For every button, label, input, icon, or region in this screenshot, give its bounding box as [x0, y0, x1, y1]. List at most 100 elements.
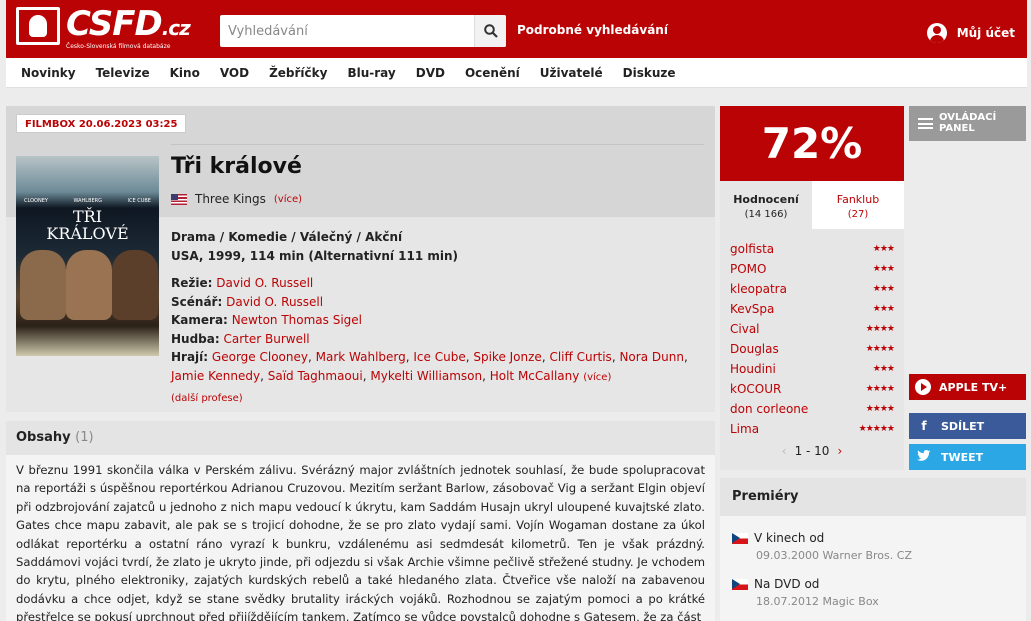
rating-username[interactable]: don corleone	[730, 402, 808, 416]
pager-range: 1 - 10	[794, 444, 830, 458]
more-titles-link[interactable]: (více)	[274, 194, 302, 205]
rating-username[interactable]: KevSpa	[730, 302, 774, 316]
cast-link[interactable]: Nora Dunn	[619, 350, 683, 364]
nav-bluray[interactable]: Blu-ray	[347, 66, 395, 80]
czech-flag-icon	[732, 578, 748, 590]
menu-icon	[918, 118, 933, 129]
poster-name: WAHLBERG	[73, 198, 103, 204]
user-rating-row: golfista ★★★	[730, 239, 895, 259]
user-rating-row: kleopatra ★★★	[730, 279, 895, 299]
rating-username[interactable]: Douglas	[730, 342, 779, 356]
poster-title-line: KRÁLOVÉ	[46, 224, 129, 243]
czech-flag-icon	[732, 532, 748, 544]
cast-label: Hrají:	[171, 350, 209, 365]
tab-fanclub[interactable]: Fanklub (27)	[812, 181, 904, 229]
cast-link[interactable]: Mykelti Williamson	[370, 369, 482, 383]
rating-username[interactable]: kleopatra	[730, 282, 787, 296]
usa-flag-icon	[171, 193, 187, 205]
user-rating-row: Douglas ★★★★	[730, 339, 895, 359]
logo-subtitle: Česko-Slovenská filmová databáze	[66, 43, 171, 50]
csfd-logo[interactable]: CSFD.cz Česko-Slovenská filmová databáze	[16, 4, 191, 51]
film-title: Tři králové	[171, 154, 302, 179]
cast-link[interactable]: Holt McCallany	[490, 369, 580, 383]
film-header-box: FILMBOX 20.06.2023 03:25 CLOONEY WAHLBER…	[6, 106, 715, 412]
apple-tv-label: APPLE TV+	[939, 380, 1008, 394]
search-input[interactable]	[220, 15, 472, 47]
cast-link[interactable]: Saïd Taghmaoui	[268, 369, 363, 383]
account-label: Můj účet	[956, 26, 1015, 40]
user-rating-row: KevSpa ★★★	[730, 299, 895, 319]
plot-section: Obsahy (1) V březnu 1991 skončila válka …	[6, 421, 715, 621]
film-poster[interactable]: CLOONEY WAHLBERG ICE CUBE TŘI KRÁLOVÉ	[16, 156, 159, 356]
creator-link[interactable]: Carter Burwell	[224, 332, 310, 346]
tab-ratings-label: Hodnocení	[733, 193, 799, 206]
prev-page-icon[interactable]: ‹	[782, 444, 787, 458]
more-cast-link[interactable]: (více)	[583, 372, 611, 383]
original-title: Three Kings	[195, 192, 266, 206]
rating-stars-icon: ★★★★	[865, 324, 895, 334]
rating-stars-icon: ★★★	[872, 284, 895, 294]
creator-link[interactable]: David O. Russell	[226, 295, 323, 309]
nav-oceneni[interactable]: Ocenění	[465, 66, 520, 80]
tv-broadcast-badge[interactable]: FILMBOX 20.06.2023 03:25	[16, 114, 187, 133]
rating-username[interactable]: Houdini	[730, 362, 776, 376]
advanced-search-link[interactable]: Podrobné vyhledávání	[517, 23, 668, 37]
tweet-button[interactable]: TWEET	[909, 444, 1026, 470]
tab-ratings-count: (14 166)	[744, 209, 788, 220]
premiere-item: Na DVD od 18.07.2012 Magic Box	[720, 577, 1026, 608]
creator-link[interactable]: Newton Thomas Sigel	[232, 313, 362, 327]
premiere-detail: 09.03.2000 Warner Bros. CZ	[756, 549, 912, 562]
rating-username[interactable]: kOCOUR	[730, 382, 781, 396]
cast-link[interactable]: Cliff Curtis	[549, 350, 611, 364]
nav-kino[interactable]: Kino	[170, 66, 200, 80]
nav-novinky[interactable]: Novinky	[21, 66, 76, 80]
rating-stars-icon: ★★★	[872, 364, 895, 374]
rating-percent: 72%	[720, 106, 904, 181]
cast-link[interactable]: Ice Cube	[413, 350, 465, 364]
logo-tld: .cz	[161, 16, 191, 40]
user-rating-row: Cival ★★★★	[730, 319, 895, 339]
film-origin: USA, 1999, 114 min (Alternativní 111 min…	[171, 249, 459, 263]
nav-dvd[interactable]: DVD	[416, 66, 445, 80]
poster-name: CLOONEY	[24, 198, 48, 204]
creator-link[interactable]: David O. Russell	[216, 276, 313, 290]
search-box	[220, 15, 506, 47]
nav-televize[interactable]: Televize	[96, 66, 150, 80]
tab-ratings[interactable]: Hodnocení (14 166)	[720, 181, 812, 229]
nav-zebricky[interactable]: Žebříčky	[269, 66, 327, 80]
rating-username[interactable]: Lima	[730, 422, 759, 436]
control-panel-button[interactable]: OVLÁDACÍ PANEL	[909, 106, 1026, 141]
cast-link[interactable]: George Clooney	[212, 350, 308, 364]
user-rating-row: POMO ★★★	[730, 259, 895, 279]
main-nav: Novinky Televize Kino VOD Žebříčky Blu-r…	[6, 58, 1027, 88]
rating-stars-icon: ★★★	[872, 264, 895, 274]
rating-username[interactable]: Cival	[730, 322, 760, 336]
rating-stars-icon: ★★★★	[865, 404, 895, 414]
account-button[interactable]: Můj účet	[926, 23, 1015, 43]
original-title-row: Three Kings (více)	[171, 192, 302, 206]
nav-vod[interactable]: VOD	[220, 66, 249, 80]
plot-heading: Obsahy	[16, 430, 71, 445]
site-header: CSFD.cz Česko-Slovenská filmová databáze…	[0, 0, 1031, 58]
cast-link[interactable]: Spike Jonze	[473, 350, 541, 364]
logo-text: CSFD	[66, 4, 163, 44]
rating-username[interactable]: POMO	[730, 262, 766, 276]
nav-diskuze[interactable]: Diskuze	[623, 66, 676, 80]
premieres-box: Premiéry V kinech od 09.03.2000 Warner B…	[720, 478, 1026, 621]
user-rating-list: golfista ★★★ POMO ★★★ kleopatra ★★★ KevSpa ★★★ C…	[720, 229, 904, 470]
search-button[interactable]	[474, 15, 506, 47]
writer-label: Scénář:	[171, 294, 223, 309]
nav-uzivatele[interactable]: Uživatelé	[540, 66, 603, 80]
apple-tv-button[interactable]: APPLE TV+	[909, 374, 1026, 400]
next-page-icon[interactable]: ›	[837, 444, 842, 458]
other-professions-link[interactable]: (další profese)	[171, 393, 243, 404]
cast-link[interactable]: Mark Wahlberg	[316, 350, 406, 364]
rating-username[interactable]: golfista	[730, 242, 774, 256]
cast-link[interactable]: Jamie Kennedy	[171, 369, 260, 383]
film-reel-icon	[16, 7, 60, 45]
user-rating-row: don corleone ★★★★	[730, 399, 895, 419]
poster-title-line: TŘI	[72, 207, 103, 226]
share-facebook-button[interactable]: f SDÍLET	[909, 413, 1026, 439]
tab-fanclub-count: (27)	[847, 209, 869, 220]
play-icon	[915, 379, 931, 395]
